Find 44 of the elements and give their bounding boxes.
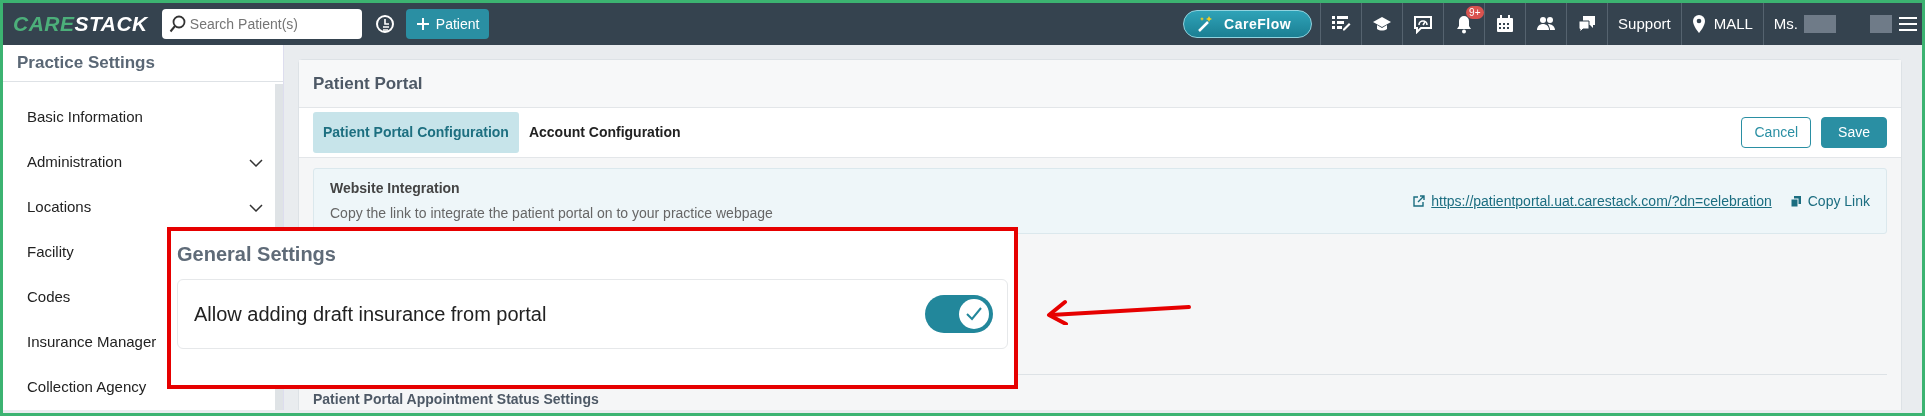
tab[interactable]: Account Configuration: [518, 112, 691, 153]
save-button[interactable]: Save: [1821, 117, 1887, 148]
sidebar-title: Practice Settings: [3, 45, 283, 82]
external-link-icon: [1413, 195, 1426, 207]
menu-icon[interactable]: [1898, 16, 1918, 32]
sidebar-item[interactable]: Insurance Manager: [27, 331, 157, 354]
sidebar-item[interactable]: Collection Agency: [27, 376, 147, 399]
logo: CARESTACK: [12, 11, 149, 38]
copy-icon[interactable]: [1789, 194, 1802, 208]
search-icon: [168, 15, 187, 33]
notification-badge: 9+: [1466, 6, 1484, 19]
chevron-down-icon[interactable]: [249, 158, 263, 167]
sidebar-item[interactable]: Basic Information: [27, 106, 143, 129]
toggle-switch[interactable]: [925, 295, 993, 333]
check-icon: [965, 306, 983, 322]
tab[interactable]: Patient Portal Configuration: [313, 112, 519, 153]
support-link[interactable]: Support: [1618, 12, 1671, 36]
redacted-block: [1870, 15, 1892, 33]
integration-title: Website Integration: [330, 179, 461, 198]
sidebar-item[interactable]: Administration: [27, 151, 123, 174]
redacted-block: [1804, 15, 1836, 33]
portal-link[interactable]: https://patientportal.uat.carestack.com/?dn=celebration: [1431, 190, 1772, 212]
checklist-icon[interactable]: [1331, 14, 1352, 34]
user-name[interactable]: Ms.: [1773, 12, 1798, 36]
location-pin-icon[interactable]: [1691, 14, 1706, 34]
location-name[interactable]: MALL: [1713, 12, 1753, 36]
setting-label: Allow adding draft insurance from portal: [194, 302, 547, 327]
speedometer-chat-icon[interactable]: [1413, 14, 1434, 34]
sidebar-item[interactable]: Locations: [27, 196, 92, 219]
careflow-button[interactable]: CareFlow: [1183, 10, 1313, 38]
integration-description: Copy the link to integrate the patient portal on to your practice webpage: [330, 204, 773, 223]
add-patient-button[interactable]: Patient: [405, 9, 490, 39]
panel-title: Patient Portal: [299, 60, 1901, 108]
copy-link[interactable]: Copy Link: [1807, 190, 1870, 212]
calendar-icon[interactable]: [1495, 14, 1516, 34]
plus-icon: [415, 17, 430, 31]
history-icon[interactable]: [373, 13, 396, 35]
chat-bubbles-icon[interactable]: [1577, 14, 1598, 34]
cancel-button[interactable]: Cancel: [1741, 117, 1812, 148]
sidebar-item[interactable]: Facility: [27, 241, 74, 264]
chevron-down-icon[interactable]: [249, 203, 263, 212]
callout-heading: General Settings: [177, 242, 337, 267]
sidebar-item[interactable]: Codes: [27, 286, 71, 309]
search-field[interactable]: Search Patient(s): [161, 9, 362, 39]
